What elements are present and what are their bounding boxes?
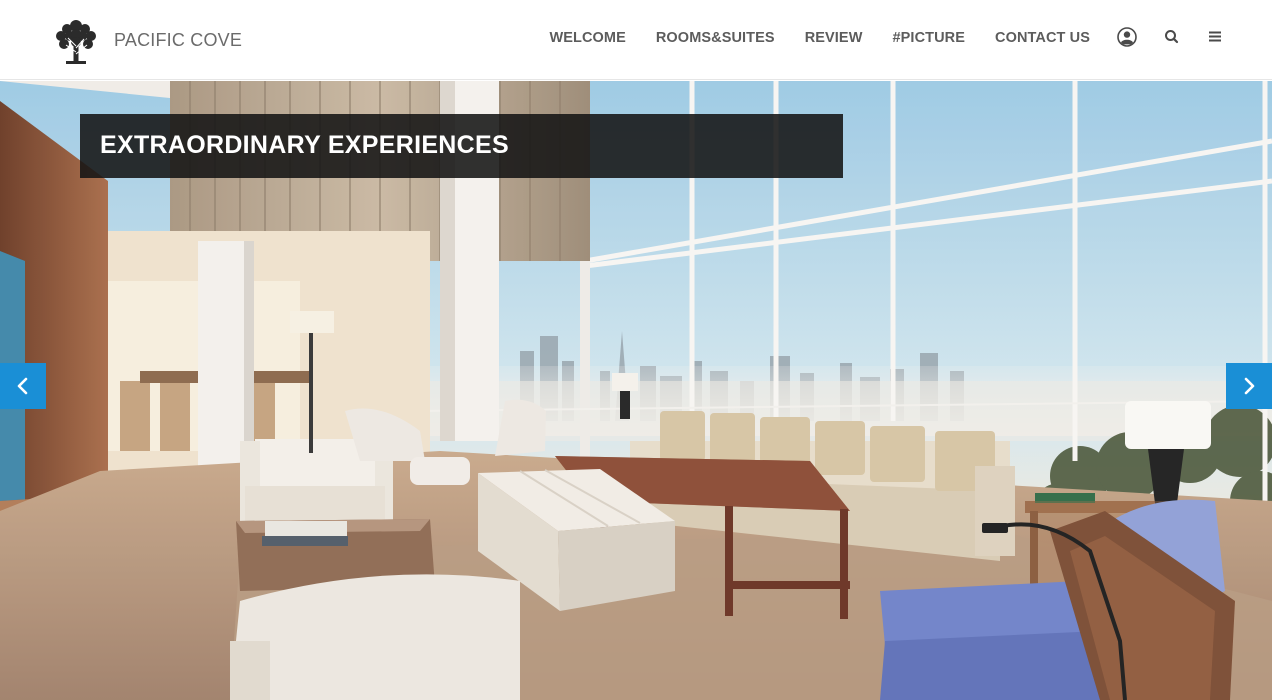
brand[interactable]: PACIFIC COVE	[52, 14, 242, 66]
slider-next-button[interactable]	[1226, 363, 1272, 409]
headline-banner: EXTRAORDINARY EXPERIENCES	[80, 114, 843, 178]
menu-icon[interactable]	[1205, 27, 1227, 49]
nav-item-review[interactable]: REVIEW	[805, 30, 863, 46]
user-icon[interactable]	[1116, 26, 1138, 48]
site-header: PACIFIC COVE WELCOME ROOMS&SUITES REVIEW…	[0, 0, 1272, 80]
brand-name: PACIFIC COVE	[114, 29, 243, 50]
main-nav: WELCOME ROOMS&SUITES REVIEW #PICTURE CON…	[549, 30, 1090, 46]
nav-item-welcome[interactable]: WELCOME	[549, 30, 625, 46]
nav-item-rooms-suites[interactable]: ROOMS&SUITES	[656, 30, 775, 46]
nav-item-contact-us[interactable]: CONTACT US	[995, 30, 1090, 46]
slider-prev-button[interactable]	[0, 363, 46, 409]
hero-slider: EXTRAORDINARY EXPERIENCES	[0, 81, 1272, 700]
nav-item-picture[interactable]: #PICTURE	[893, 30, 966, 46]
chevron-left-icon	[17, 377, 28, 395]
search-icon[interactable]	[1162, 27, 1184, 49]
chevron-right-icon	[1244, 377, 1255, 395]
hero-headline: EXTRAORDINARY EXPERIENCES	[100, 131, 509, 159]
tree-logo-icon	[56, 20, 96, 64]
